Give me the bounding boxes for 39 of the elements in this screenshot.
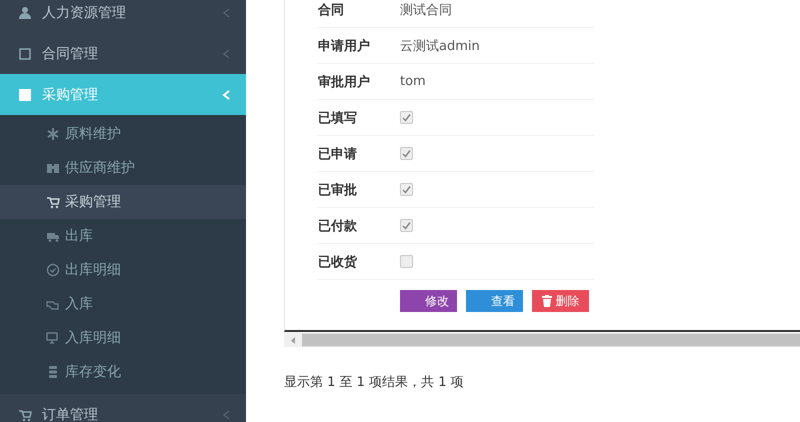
cart-icon [18, 408, 32, 422]
field-label: 审批用户 [318, 74, 371, 90]
sidebar-item[interactable]: 人力资源管理 [0, 0, 246, 33]
view-button[interactable]: 查看 [466, 290, 523, 312]
submenu-item[interactable]: 原料维护 [0, 117, 246, 151]
pagination-info: 显示第 1 至 1 项结果，共 1 项 [284, 374, 465, 391]
users-icon [18, 6, 32, 20]
database-icon [46, 365, 60, 379]
asterisk-icon [46, 127, 60, 141]
sidebar-item[interactable]: 订单管理 [0, 394, 246, 422]
trash-icon [542, 295, 552, 307]
cart-icon [46, 195, 60, 209]
field-label: 合同 [318, 2, 345, 18]
submenu-item[interactable]: 入库明细 [0, 321, 246, 355]
delete-button[interactable]: 删除 [532, 290, 589, 312]
field-label: 已审批 [318, 182, 358, 198]
field-label: 申请用户 [318, 38, 371, 54]
square-icon [18, 46, 32, 60]
field-label: 已收货 [318, 254, 358, 270]
field-label: 已付款 [318, 218, 358, 234]
sidebar-item[interactable]: 合同管理 [0, 33, 246, 74]
field-value: 云测试admin [400, 38, 480, 54]
submenu-item[interactable]: 库存变化 [0, 355, 246, 389]
field-label: 已申请 [318, 146, 358, 162]
submenu-item[interactable]: 采购管理 [0, 185, 246, 219]
horizontal-scrollbar[interactable] [284, 333, 800, 347]
submenu-item[interactable]: 出库明细 [0, 253, 246, 287]
field-label: 已填写 [318, 110, 358, 126]
square-icon [18, 88, 32, 102]
check-circle-icon [46, 263, 60, 277]
submenu-item[interactable]: 供应商维护 [0, 151, 246, 185]
monitor-icon [46, 331, 60, 345]
edit-button[interactable]: 修改 [400, 290, 457, 312]
field-value: tom [400, 74, 426, 89]
scroll-left-icon[interactable] [290, 336, 296, 344]
field-value: 测试合同 [400, 2, 452, 18]
submenu-item[interactable]: 入库 [0, 287, 246, 321]
binoculars-icon [46, 161, 60, 175]
submenu-item[interactable]: 出库 [0, 219, 246, 253]
